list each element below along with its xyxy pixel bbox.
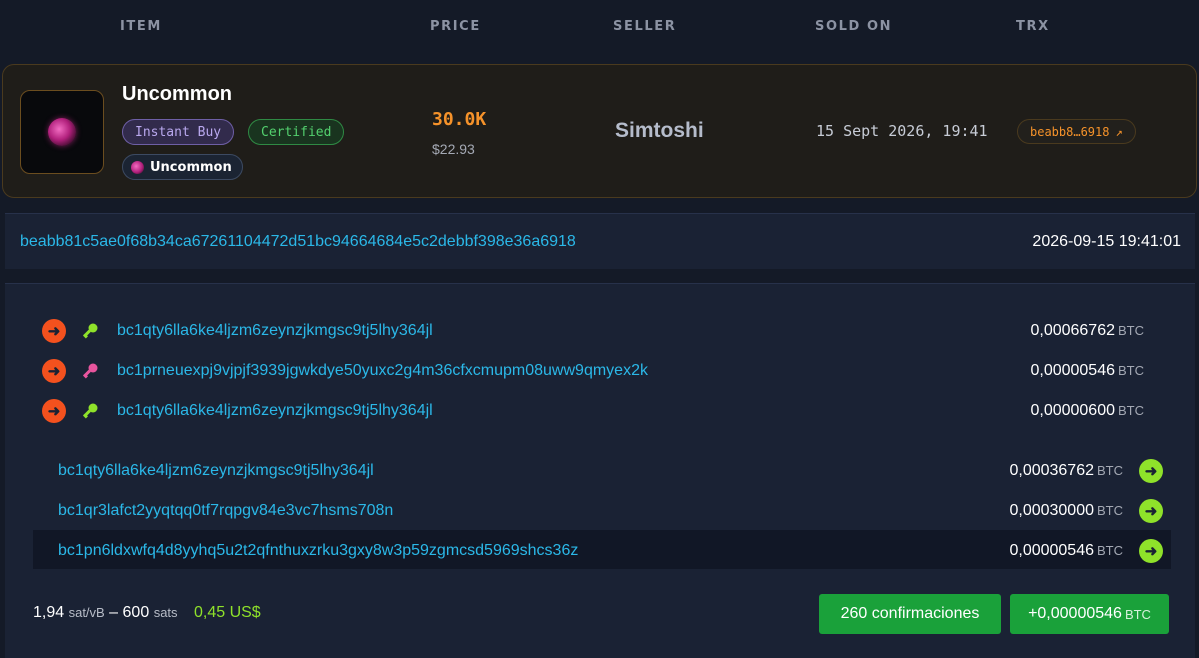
output-address[interactable]: bc1pn6ldxwfq4d8yyhq5u2t2qfnthuxzrku3gxy8… [58,542,578,560]
external-arrow-icon: ↗ [1115,124,1123,139]
fee-rate: 1,94 [33,604,65,621]
seller-name[interactable]: Simtoshi [615,119,704,143]
item-thumbnail[interactable] [20,90,104,174]
output-amount: 0,00036762 BTC [1009,462,1123,479]
column-header-item: ITEM [120,19,162,34]
sale-row[interactable]: Uncommon Instant Buy Certified Uncommon … [2,64,1197,198]
output-row: bc1qr3lafct2yyqtqq0tf7rqpgv84e3vc7hsms70… [5,493,1195,529]
input-amount: 0,00000600 BTC [1030,402,1144,419]
output-amount: 0,00030000 BTC [1009,502,1123,519]
gem-icon [131,160,144,174]
key-icon [83,403,98,419]
certified-badge: Certified [248,119,345,145]
fee-info: 1,94 sat/vB – 600 sats 0,45 US$ [33,604,261,622]
fee-sats-unit: sats [153,605,178,620]
output-amount: 0,00000546 BTC [1009,542,1123,559]
output-arrow-icon[interactable]: ➜ [1139,459,1163,483]
output-arrow-icon[interactable]: ➜ [1139,539,1163,563]
input-row: ➜ bc1qty6lla6ke4ljzm6zeynzjkmgsc9tj5lhy3… [5,393,1195,429]
trx-link[interactable]: beabb8…6918 ↗ [1017,119,1136,144]
fee-rate-unit: sat/vB [68,605,105,620]
fee-separator: – [109,604,119,621]
trx-short-hash: beabb8…6918 [1030,124,1110,139]
input-row: ➜ bc1prneuexpj9vjpjf3939jgwkdye50yuxc2g4… [5,353,1195,389]
key-icon [83,363,98,379]
transaction-hash-link[interactable]: beabb81c5ae0f68b34ca67261104472d51bc9466… [20,233,576,251]
fee-usd: 0,45 US$ [193,604,261,621]
output-row: bc1pn6ldxwfq4d8yyhq5u2t2qfnthuxzrku3gxy8… [5,533,1195,569]
output-address[interactable]: bc1qr3lafct2yyqtqq0tf7rqpgv84e3vc7hsms70… [58,502,393,520]
input-address[interactable]: bc1qty6lla6ke4ljzm6zeynzjkmgsc9tj5lhy364… [117,322,433,340]
transaction-time: 2026-09-15 19:41:01 [1032,233,1181,250]
output-arrow-icon[interactable]: ➜ [1139,499,1163,523]
confirmations-button[interactable]: 260 confirmaciones [819,594,1001,634]
table-header: ITEM PRICE SELLER SOLD ON TRX [0,0,1199,56]
input-arrow-icon[interactable]: ➜ [42,319,66,343]
price-sats: 30.0K [432,109,487,130]
sold-on-date: 15 Sept 2026, 19:41 [816,122,988,140]
input-arrow-icon[interactable]: ➜ [42,399,66,423]
input-address[interactable]: bc1prneuexpj9vjpjf3939jgwkdye50yuxc2g4m3… [117,362,648,380]
input-amount: 0,00000546 BTC [1030,362,1144,379]
fee-sats: 600 [122,604,150,621]
column-header-trx: TRX [1016,19,1050,34]
rarity-label: Uncommon [150,159,232,175]
input-row: ➜ bc1qty6lla6ke4ljzm6zeynzjkmgsc9tj5lhy3… [5,313,1195,349]
instant-buy-badge: Instant Buy [122,119,235,145]
price-usd: $22.93 [432,141,475,157]
column-header-price: PRICE [430,19,481,34]
column-header-sold-on: SOLD ON [815,19,893,34]
column-header-seller: SELLER [613,19,677,34]
transaction-header: beabb81c5ae0f68b34ca67261104472d51bc9466… [5,213,1195,269]
key-icon [83,323,98,339]
output-row: bc1qty6lla6ke4ljzm6zeynzjkmgsc9tj5lhy364… [5,453,1195,489]
net-change-button[interactable]: +0,00000546 BTC [1010,594,1169,634]
item-title[interactable]: Uncommon [122,83,232,106]
transaction-details: ➜ bc1qty6lla6ke4ljzm6zeynzjkmgsc9tj5lhy3… [5,283,1195,658]
input-address[interactable]: bc1qty6lla6ke4ljzm6zeynzjkmgsc9tj5lhy364… [117,402,433,420]
output-address[interactable]: bc1qty6lla6ke4ljzm6zeynzjkmgsc9tj5lhy364… [58,462,374,480]
input-arrow-icon[interactable]: ➜ [42,359,66,383]
rarity-badge: Uncommon [122,154,243,180]
gem-icon [48,118,76,146]
input-amount: 0,00066762 BTC [1030,322,1144,339]
